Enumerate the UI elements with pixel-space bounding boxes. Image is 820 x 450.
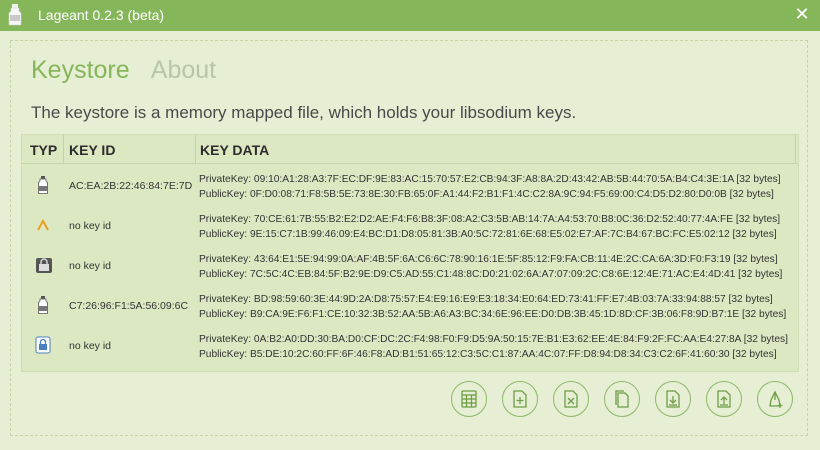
key-id: no key id xyxy=(69,220,112,232)
public-key: PublicKey: B5:DE:10:2C:60:FF:6F:46:F8:AD… xyxy=(199,348,777,360)
bottle-icon xyxy=(8,4,22,26)
calculator-icon xyxy=(461,390,477,408)
padlock-icon xyxy=(35,336,51,354)
public-key: PublicKey: B9:CA:9E:F6:F1:CE:10:32:3B:52… xyxy=(199,308,787,320)
column-header-key-id[interactable]: KEY ID xyxy=(69,142,115,158)
calculator-button[interactable] xyxy=(451,381,487,417)
tab-bar: Keystore About xyxy=(31,56,232,85)
private-key: PrivateKey: 70:CE:61:7B:55:B2:E2:D2:AE:F… xyxy=(199,214,781,225)
key-id: no key id xyxy=(69,260,112,272)
bottle-icon xyxy=(38,296,48,314)
key-id: AC:EA:2B:22:46:84:7E:7D xyxy=(69,180,193,192)
tab-keystore[interactable]: Keystore xyxy=(31,56,130,85)
public-key: PublicKey: 0F:D0:08:71:F8:5B:5E:73:8E:30… xyxy=(199,188,774,200)
table-row[interactable]: no key id PrivateKey: 70:CE:61:7B:55:B2:… xyxy=(22,207,798,247)
title-bar: Lageant 0.2.3 (beta) ✕ xyxy=(0,0,820,31)
pen-plus-icon xyxy=(769,390,783,408)
column-header-key-data[interactable]: KEY DATA xyxy=(200,142,269,158)
key-data: PrivateKey: 09:10:A1:28:A3:7F:EC:DF:9E:8… xyxy=(199,173,781,202)
key-id: no key id xyxy=(69,340,112,352)
key-data: PrivateKey: 0A:B2:A0:DD:30:BA:D0:CF:DC:2… xyxy=(199,333,788,362)
key-data: PrivateKey: 43:64:E1:5E:94:99:0A:AF:4B:5… xyxy=(199,253,782,282)
download-icon xyxy=(666,390,680,408)
close-button[interactable]: ✕ xyxy=(792,5,812,25)
add-key-button[interactable] xyxy=(502,381,538,417)
table-row[interactable]: C7:26:96:F1:5A:56:09:6C PrivateKey: BD:9… xyxy=(22,287,798,327)
key-id: C7:26:96:F1:5A:56:09:6C xyxy=(69,300,189,312)
tab-about[interactable]: About xyxy=(151,56,216,85)
keys-table: TYP KEY ID KEY DATA AC:EA:2B:22:46:84:7E… xyxy=(21,134,799,372)
column-header-type[interactable]: TYP xyxy=(30,142,57,158)
private-key: PrivateKey: 0A:B2:A0:DD:30:BA:D0:CF:DC:2… xyxy=(199,334,788,345)
key-data: PrivateKey: BD:98:59:60:3E:44:9D:2A:D8:7… xyxy=(199,293,786,322)
table-row[interactable]: AC:EA:2B:22:46:84:7E:7D PrivateKey: 09:1… xyxy=(22,167,798,207)
table-header: TYP KEY ID KEY DATA xyxy=(22,135,798,164)
window-title: Lageant 0.2.3 (beta) xyxy=(38,7,165,23)
lock-box-icon xyxy=(36,258,52,273)
public-key: PublicKey: 9E:15:C7:1B:99:46:09:E4:BC:D1… xyxy=(199,228,777,240)
document-x-icon xyxy=(564,390,578,408)
copy-button[interactable] xyxy=(604,381,640,417)
import-button[interactable] xyxy=(655,381,691,417)
bottle-icon xyxy=(38,176,48,194)
private-key: PrivateKey: 09:10:A1:28:A3:7F:EC:DF:9E:8… xyxy=(199,174,781,185)
page-description: The keystore is a memory mapped file, wh… xyxy=(31,103,577,122)
add-signature-button[interactable] xyxy=(757,381,793,417)
private-key: PrivateKey: 43:64:E1:5E:94:99:0A:AF:4B:5… xyxy=(199,254,778,265)
document-plus-icon xyxy=(513,390,527,408)
public-key: PublicKey: 7C:5C:4C:EB:84:5F:B2:9E:D9:C5… xyxy=(199,268,783,280)
upload-icon xyxy=(717,390,731,408)
table-row[interactable]: no key id PrivateKey: 0A:B2:A0:DD:30:BA:… xyxy=(22,327,798,367)
export-button[interactable] xyxy=(706,381,742,417)
private-key: PrivateKey: BD:98:59:60:3E:44:9D:2A:D8:7… xyxy=(199,294,773,305)
key-data: PrivateKey: 70:CE:61:7B:55:B2:E2:D2:AE:F… xyxy=(199,213,780,242)
caret-icon xyxy=(37,218,49,231)
delete-key-button[interactable] xyxy=(553,381,589,417)
copy-icon xyxy=(615,390,629,408)
table-row[interactable]: no key id PrivateKey: 43:64:E1:5E:94:99:… xyxy=(22,247,798,287)
